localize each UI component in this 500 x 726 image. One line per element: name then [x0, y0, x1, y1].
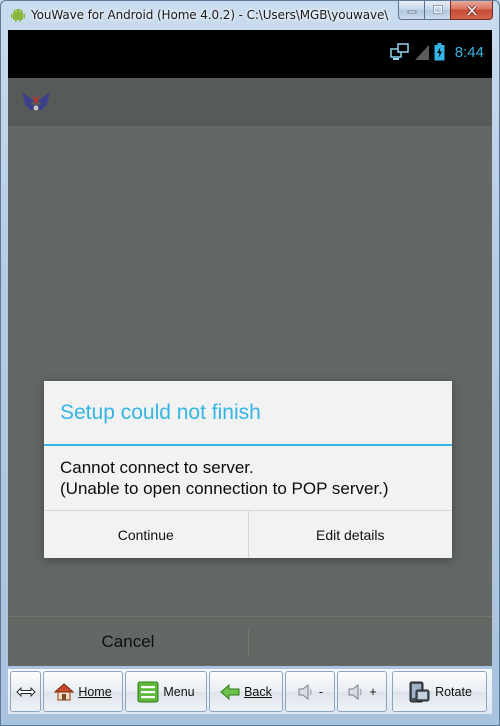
window-controls — [398, 1, 493, 21]
signal-icon — [414, 45, 429, 60]
error-dialog: Setup could not finish Cannot connect to… — [44, 381, 452, 558]
android-screen: 8:44 Cancel Setup could not finish Canno… — [8, 30, 492, 666]
dialog-title: Setup could not finish — [60, 401, 261, 424]
dialog-message-line: Cannot connect to server. — [60, 458, 254, 477]
volume-up-label: + — [369, 684, 377, 699]
home-label: Home — [78, 684, 112, 699]
edit-details-button[interactable]: Edit details — [247, 511, 453, 558]
screen-content: Cancel Setup could not finish Cannot con… — [8, 126, 492, 666]
back-label: Back — [244, 684, 272, 699]
network-sync-icon — [390, 43, 409, 60]
android-logo-icon — [11, 9, 25, 22]
minimize-icon — [407, 10, 416, 14]
menu-label: Menu — [163, 684, 195, 699]
maximize-icon — [432, 5, 443, 14]
minimize-button[interactable] — [398, 1, 424, 20]
resize-button[interactable] — [10, 671, 41, 712]
home-icon — [54, 682, 75, 700]
battery-charging-icon — [434, 43, 445, 61]
resize-arrows-icon — [15, 686, 36, 697]
dialog-message: Cannot connect to server. (Unable to ope… — [60, 457, 440, 499]
status-icons: 8:44 — [390, 43, 484, 61]
dialog-button-bar: Continue Edit details — [44, 510, 452, 558]
menu-button[interactable]: Menu — [125, 671, 207, 712]
email-app-icon[interactable] — [20, 89, 52, 113]
menu-icon — [137, 681, 159, 702]
volume-down-button[interactable]: - — [285, 671, 335, 712]
close-icon — [466, 4, 477, 16]
back-arrow-icon — [220, 683, 240, 700]
rotate-device-icon — [409, 681, 430, 702]
maximize-button[interactable] — [424, 1, 450, 20]
back-button[interactable]: Back — [209, 671, 283, 712]
home-button[interactable]: Home — [43, 671, 123, 712]
status-bar: 8:44 — [8, 30, 492, 78]
volume-up-button[interactable]: + — [337, 671, 387, 712]
emulator-toolbar: Home Menu Back - + Rotate — [8, 669, 492, 714]
close-button[interactable] — [450, 1, 493, 20]
speaker-icon — [348, 683, 362, 700]
dialog-title-divider — [44, 444, 452, 446]
rotate-button[interactable]: Rotate — [392, 671, 487, 712]
clock: 8:44 — [454, 43, 484, 61]
action-bar — [8, 78, 492, 126]
button-separator — [248, 628, 249, 656]
rotate-label: Rotate — [435, 684, 472, 699]
cancel-button[interactable]: Cancel — [8, 617, 248, 666]
window-titlebar[interactable]: YouWave for Android (Home 4.0.2) - C:\Us… — [1, 1, 499, 31]
dialog-message-line: (Unable to open connection to POP server… — [60, 479, 389, 498]
window-title: YouWave for Android (Home 4.0.2) - C:\Us… — [31, 8, 389, 22]
speaker-icon — [298, 683, 312, 700]
continue-button[interactable]: Continue — [44, 511, 248, 558]
volume-down-label: - — [318, 684, 324, 699]
